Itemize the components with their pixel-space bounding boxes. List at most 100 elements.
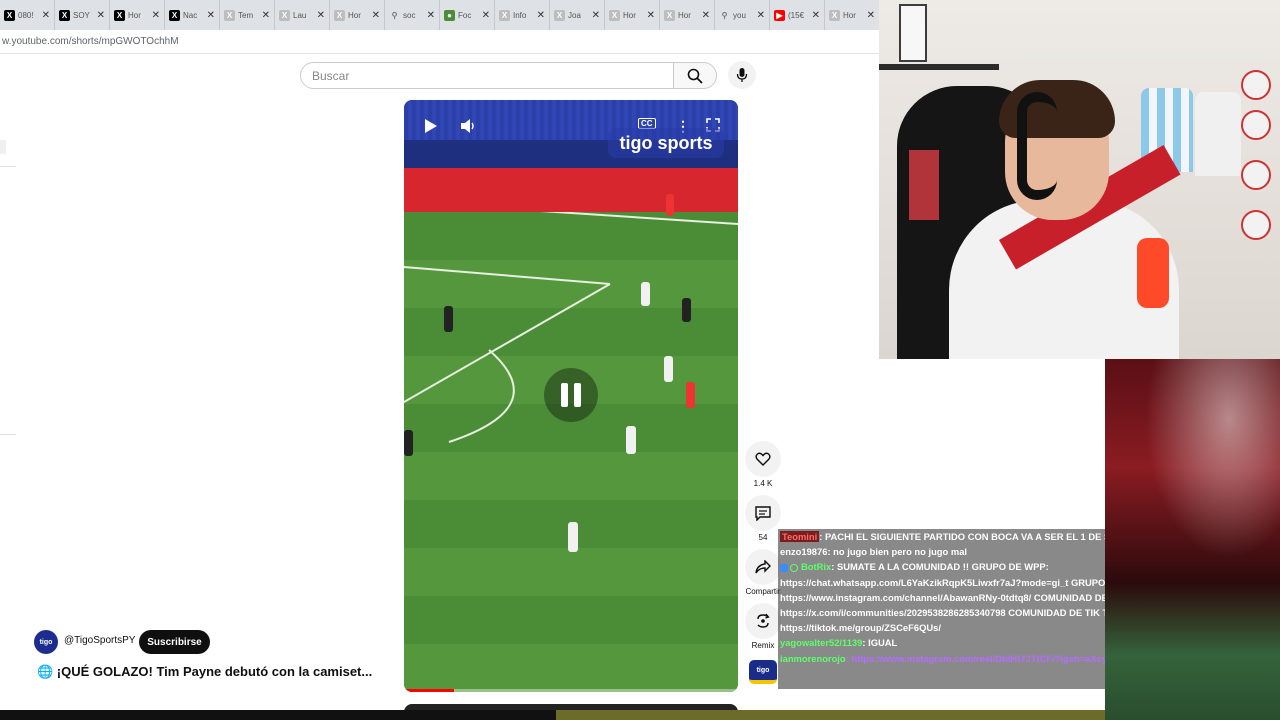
- player: [682, 298, 691, 322]
- youtube-icon: ▶: [774, 9, 785, 21]
- wall-shelf: [879, 64, 999, 70]
- chat-username[interactable]: enzo19876: [780, 546, 827, 557]
- close-tab-icon[interactable]: ✕: [702, 10, 710, 21]
- video-title[interactable]: 🌐 ¡QUÉ GOLAZO! Tim Payne debutó con la c…: [37, 664, 377, 680]
- browser-tab[interactable]: X Tem ✕: [220, 0, 275, 30]
- video-progress-bar[interactable]: [404, 689, 738, 692]
- streamer-webcam: [879, 0, 1280, 359]
- like-action[interactable]: 1.4 K: [745, 441, 781, 488]
- remix-label: Remix: [751, 641, 775, 650]
- close-tab-icon[interactable]: ✕: [647, 10, 655, 21]
- tigo-sports-badge: tigo: [749, 660, 777, 684]
- browser-tab[interactable]: ● Foc ✕: [440, 0, 495, 30]
- browser-tab-label: Hor: [128, 10, 141, 20]
- bot-badge-icon: [780, 563, 788, 572]
- x-icon: X: [334, 9, 345, 21]
- screen: X 080! ✕ X SOY ✕ X Hor ✕ X Nac ✕ X Tem ✕ X Lau ✕ X Hor ✕ ⚲ soc…: [0, 0, 1280, 720]
- headset: [1017, 92, 1057, 200]
- chat-text: https://tiktok.me/group/ZSCeF6QUs/: [780, 622, 941, 634]
- browser-tab[interactable]: X Hor ✕: [660, 0, 715, 30]
- player: [664, 356, 673, 382]
- remix-button[interactable]: [745, 603, 781, 639]
- close-tab-icon[interactable]: ✕: [42, 10, 50, 21]
- share-label: Compartir: [745, 587, 781, 596]
- player: [568, 522, 578, 552]
- close-tab-icon[interactable]: ✕: [372, 10, 380, 21]
- taskbar-strip: [0, 710, 556, 720]
- chat-username[interactable]: BotRix: [801, 561, 831, 572]
- chat-message: yagowalter52/1139: IGUAL: [778, 635, 1105, 650]
- search-input[interactable]: Buscar: [300, 62, 674, 89]
- comments-button[interactable]: [745, 495, 781, 531]
- comment-icon: [755, 505, 771, 521]
- search-icon: [687, 68, 703, 84]
- pause-icon: [574, 383, 581, 407]
- chat-username[interactable]: ianmorenorojo: [780, 653, 846, 664]
- search-button[interactable]: [673, 62, 717, 89]
- verified-badge-icon: [790, 563, 798, 572]
- close-tab-icon[interactable]: ✕: [867, 10, 875, 21]
- short-video-player[interactable]: CC ⋮ tigo sports: [404, 100, 738, 692]
- close-tab-icon[interactable]: ✕: [537, 10, 545, 21]
- close-tab-icon[interactable]: ✕: [482, 10, 490, 21]
- close-tab-icon[interactable]: ✕: [97, 10, 105, 21]
- share-action[interactable]: Compartir: [745, 549, 781, 596]
- browser-tab[interactable]: X Hor ✕: [110, 0, 165, 30]
- channel-avatar[interactable]: tigo: [34, 630, 58, 654]
- close-tab-icon[interactable]: ✕: [757, 10, 765, 21]
- heart-icon: [755, 452, 771, 466]
- chat-text: : SUMATE A LA COMUNIDAD !! GRUPO DE WPP:: [831, 561, 1049, 573]
- close-tab-icon[interactable]: ✕: [152, 10, 160, 21]
- browser-tab[interactable]: X Nac ✕: [165, 0, 220, 30]
- browser-tab[interactable]: ▶ (15€ ✕: [770, 0, 825, 30]
- browser-tab[interactable]: X Info ✕: [495, 0, 550, 30]
- volume-button[interactable]: [460, 118, 476, 134]
- close-tab-icon[interactable]: ✕: [427, 10, 435, 21]
- browser-tab[interactable]: X Joa ✕: [550, 0, 605, 30]
- search-icon: ⚲: [391, 10, 398, 20]
- close-tab-icon[interactable]: ✕: [207, 10, 215, 21]
- close-tab-icon[interactable]: ✕: [262, 10, 270, 21]
- chat-message: ianmorenorojo: https://www.instagram.com…: [778, 651, 1105, 666]
- like-button[interactable]: [745, 441, 781, 477]
- browser-tab[interactable]: X Hor ✕: [330, 0, 385, 30]
- browser-tab-label: Joa: [568, 10, 581, 20]
- chat-message: enzo19876: no jugo bien pero no jugo mal: [778, 544, 1105, 559]
- player: [404, 430, 413, 456]
- browser-tab-label: you: [733, 10, 746, 20]
- browser-tab[interactable]: X 080! ✕: [0, 0, 55, 30]
- close-tab-icon[interactable]: ✕: [317, 10, 325, 21]
- chat-username[interactable]: Teomini: [780, 531, 820, 542]
- voice-search-button[interactable]: [728, 61, 756, 89]
- browser-tab[interactable]: X Lau ✕: [275, 0, 330, 30]
- browser-tab[interactable]: X SOY ✕: [55, 0, 110, 30]
- chat-username[interactable]: yagowalter52/1139: [780, 637, 862, 648]
- close-tab-icon[interactable]: ✕: [812, 10, 820, 21]
- address-bar[interactable]: w.youtube.com/shorts/mpGWOTOchhM: [0, 30, 880, 54]
- pause-button[interactable]: [544, 368, 598, 422]
- browser-tab[interactable]: X Hor ✕: [825, 0, 880, 30]
- browser-tab-label: Lau: [293, 10, 307, 20]
- x-icon: X: [554, 9, 565, 21]
- browser-tab[interactable]: ⚲ you ✕: [715, 0, 770, 30]
- browser-tab[interactable]: ⚲ soc ✕: [385, 0, 440, 30]
- browser-tab[interactable]: X Hor ✕: [605, 0, 660, 30]
- overlay-strip: [556, 710, 1105, 720]
- channel-handle[interactable]: @TigoSportsPY: [64, 635, 135, 646]
- hanging-jersey: [1195, 92, 1241, 176]
- soccer-icon: ●: [444, 9, 455, 21]
- football-pitch: [404, 201, 738, 692]
- chat-message: https://x.com/i/communities/202953828628…: [778, 605, 1105, 620]
- chat-text: : PACHI EL SIGUIENTE PARTIDO CON BOCA VA…: [819, 531, 1105, 542]
- close-tab-icon[interactable]: ✕: [592, 10, 600, 21]
- share-button[interactable]: [745, 549, 781, 585]
- play-button[interactable]: [424, 118, 438, 134]
- remix-action[interactable]: Remix: [745, 603, 781, 650]
- browser-tab-label: (15€: [788, 10, 805, 20]
- player: [666, 194, 674, 216]
- x-icon: X: [279, 9, 290, 21]
- comment-action[interactable]: 54: [745, 495, 781, 542]
- subscribe-button[interactable]: Suscribirse: [139, 630, 210, 654]
- x-icon: X: [664, 9, 675, 21]
- football: [1241, 70, 1271, 100]
